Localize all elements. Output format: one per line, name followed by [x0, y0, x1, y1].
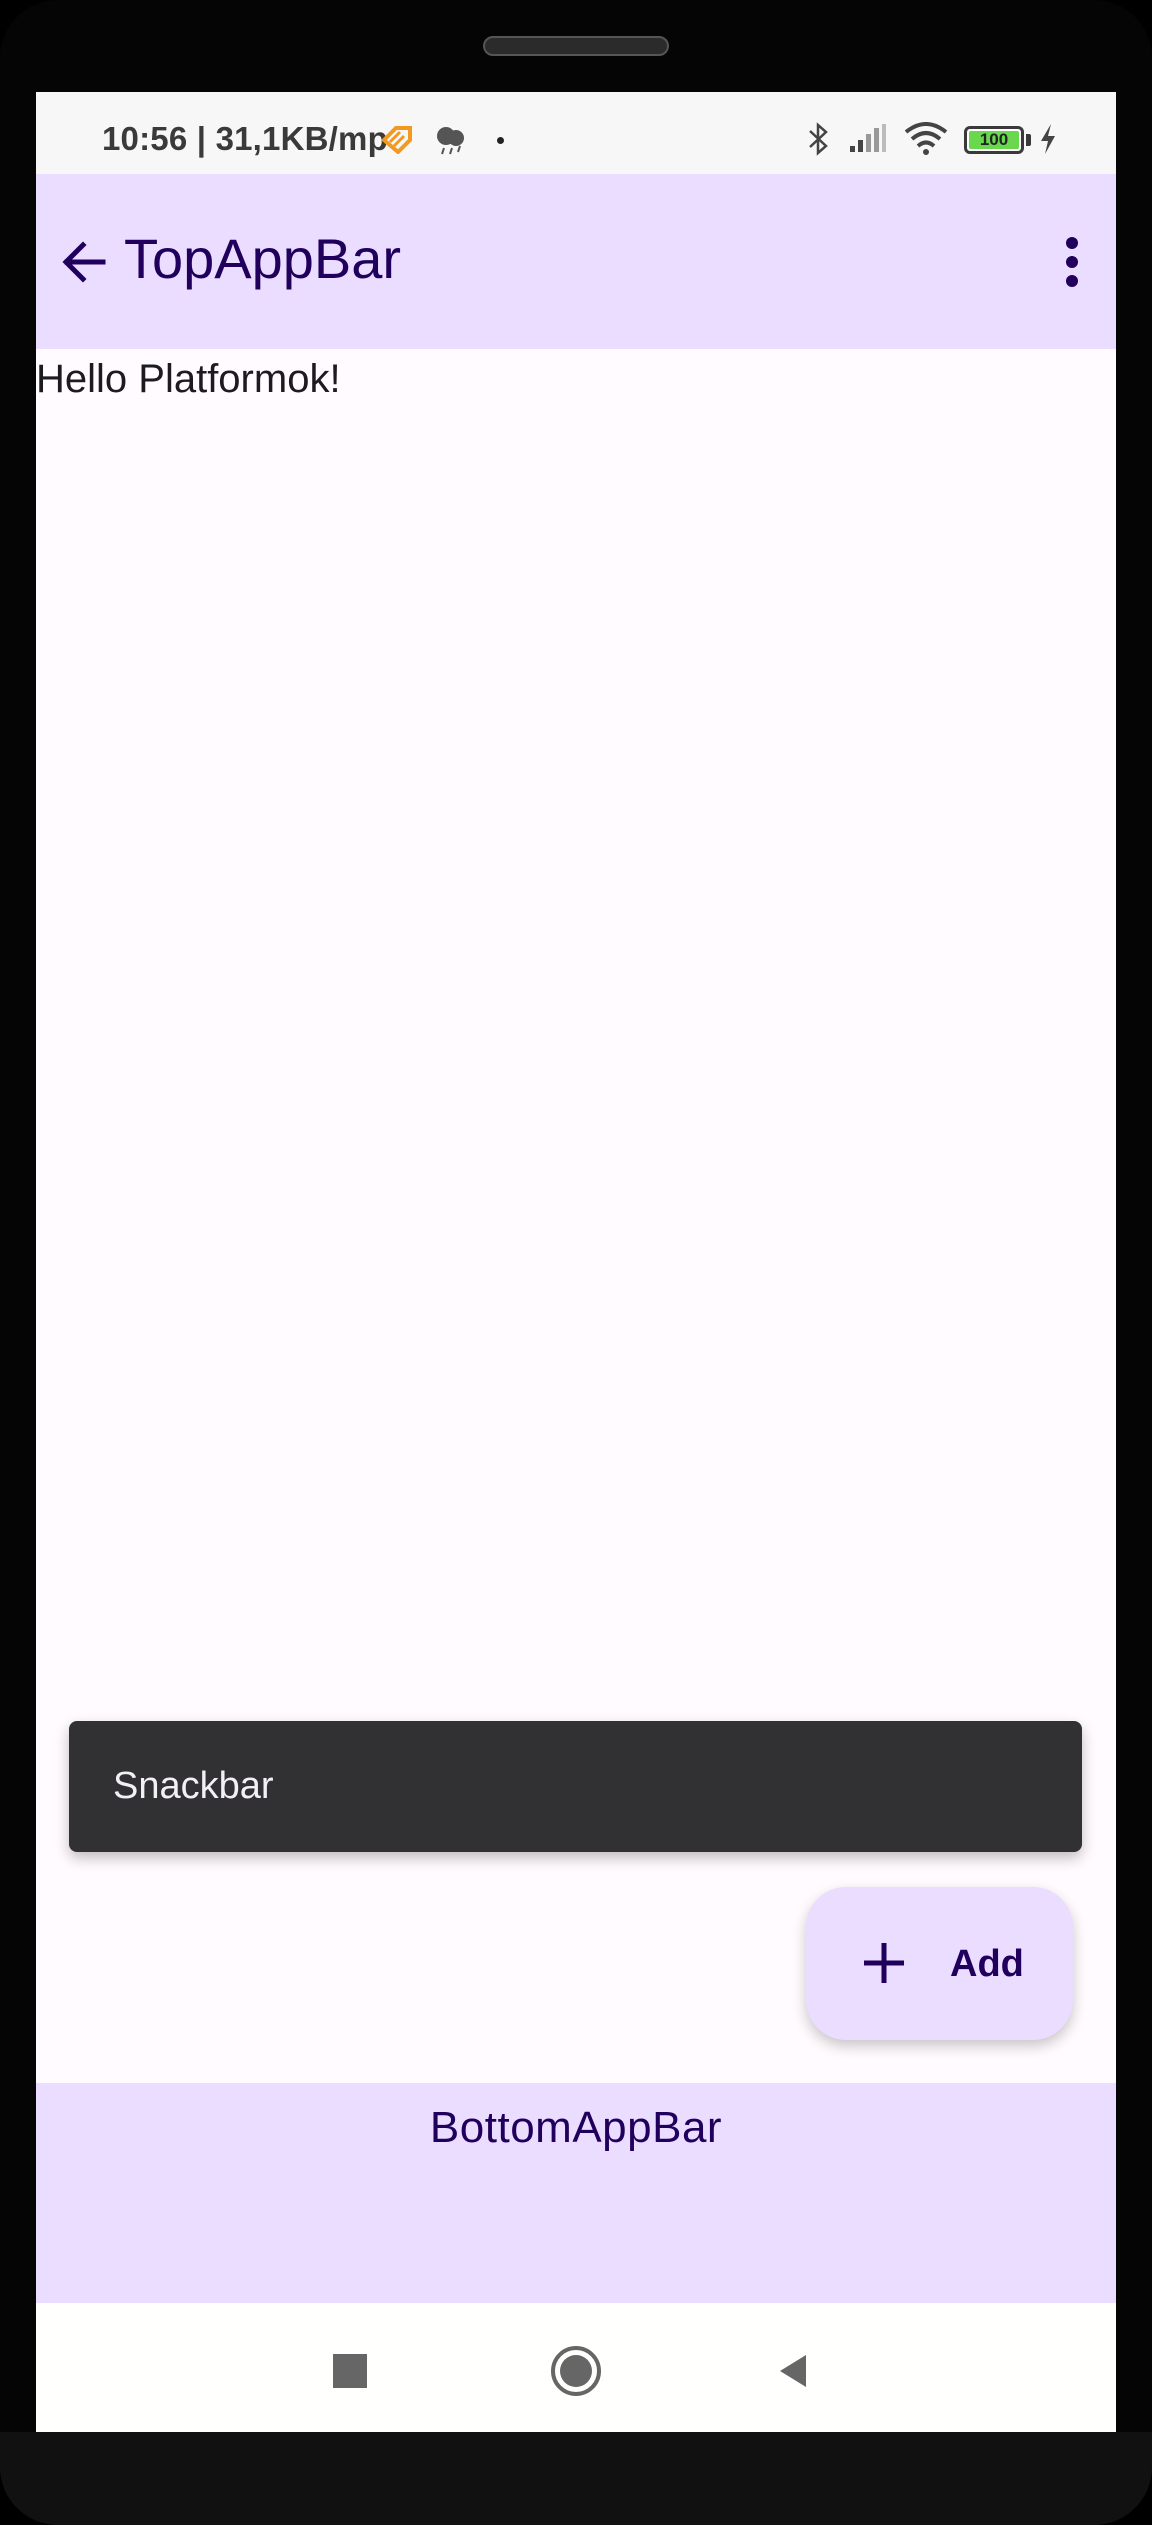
status-bar: 10:56 | 31,1KB/mp 100 [36, 92, 1116, 174]
add-fab-button[interactable]: Add [806, 1887, 1073, 2040]
back-icon [780, 2355, 806, 2387]
heart-tag-icon [381, 126, 412, 154]
signal-icon [850, 124, 886, 152]
page-title: TopAppBar [124, 227, 402, 290]
home-icon [551, 2346, 601, 2396]
recents-icon [333, 2354, 367, 2388]
battery-icon: 100 [964, 126, 1024, 154]
snackbar: Snackbar [69, 1721, 1082, 1852]
system-navigation-bar [36, 2303, 1116, 2432]
plus-icon [864, 1943, 904, 1983]
screen: 10:56 | 31,1KB/mp 100 TopAppBar Hello Pl… [36, 92, 1116, 2432]
more-vert-icon [1066, 237, 1078, 287]
arrow-back-icon [62, 241, 106, 283]
earpiece-speaker [483, 36, 669, 56]
add-fab-label: Add [950, 1943, 1024, 1985]
snackbar-message: Snackbar [113, 1765, 274, 1807]
home-button[interactable] [544, 2339, 608, 2403]
more-options-button[interactable] [1044, 230, 1100, 294]
back-navigation-button[interactable] [52, 230, 116, 294]
back-button[interactable] [762, 2339, 826, 2403]
device-bottom-bezel [0, 2432, 1152, 2525]
wifi-icon [904, 122, 948, 155]
greeting-text: Hello Platformok! [36, 357, 341, 401]
bottom-app-bar: BottomAppBar [36, 2083, 1116, 2303]
battery-level: 100 [969, 130, 1019, 149]
top-app-bar: TopAppBar [36, 174, 1116, 349]
battery-tip [1026, 134, 1031, 146]
notification-dot-icon [497, 137, 504, 144]
weather-icon [437, 127, 464, 155]
status-time-speed: 10:56 | 31,1KB/mp [102, 120, 388, 157]
charging-icon [1041, 124, 1055, 154]
bluetooth-icon [809, 122, 828, 156]
device-frame: 10:56 | 31,1KB/mp 100 TopAppBar Hello Pl… [0, 0, 1152, 2525]
bottom-app-bar-title: BottomAppBar [429, 2103, 723, 2152]
recents-button[interactable] [318, 2339, 382, 2403]
